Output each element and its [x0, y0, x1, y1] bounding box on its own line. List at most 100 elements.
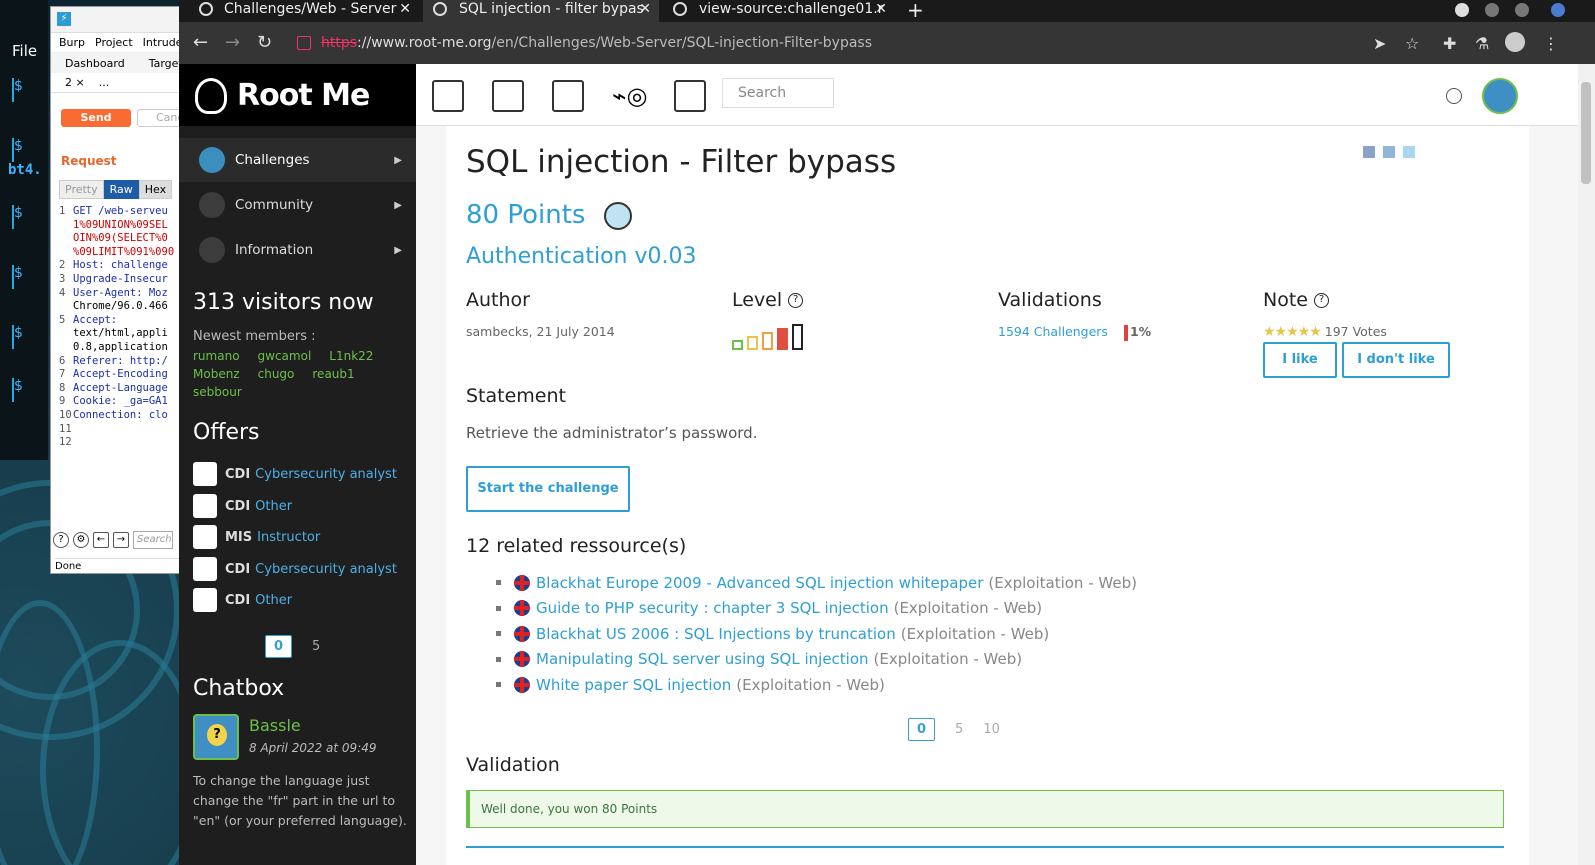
site-logo[interactable]: Root Me — [179, 64, 416, 126]
faq-icon[interactable] — [432, 80, 464, 112]
help-icon[interactable]: ? — [53, 532, 69, 548]
resource-link[interactable]: Guide to PHP security : chapter 3 SQL in… — [536, 599, 889, 617]
page-scrollbar[interactable] — [1578, 64, 1595, 865]
burp-tab-target[interactable]: Target — [149, 57, 183, 70]
close-icon[interactable]: × — [76, 76, 85, 89]
new-tab-button[interactable]: + — [907, 0, 924, 22]
like-button[interactable]: I like — [1263, 342, 1337, 378]
maximize-button[interactable] — [1515, 3, 1529, 17]
sidebar-item-information[interactable]: Information ▶ — [179, 228, 416, 272]
offer-item[interactable]: CDI Cybersecurity analyst — [193, 461, 397, 487]
globe-icon[interactable] — [1446, 88, 1462, 104]
close-icon[interactable]: ✕ — [639, 0, 651, 18]
gear-icon[interactable]: ⚙ — [73, 532, 89, 548]
extensions-icon[interactable]: ✚ — [1443, 34, 1456, 53]
labs-flask-icon[interactable]: ⚗ — [1475, 34, 1489, 53]
author-info[interactable]: sambecks, 21 July 2014 — [466, 324, 615, 339]
view-tab-pretty[interactable]: Pretty — [59, 180, 104, 199]
burp-menu-project[interactable]: Project — [95, 36, 133, 49]
sidebar-item-challenges[interactable]: Challenges ▶ — [179, 138, 416, 182]
kebab-menu-icon[interactable]: ⋮ — [1543, 34, 1559, 53]
offer-item[interactable]: CDI Other — [193, 493, 292, 519]
offer-title[interactable]: Instructor — [257, 530, 320, 545]
member-link[interactable]: reaub1 — [312, 365, 354, 383]
avatar[interactable]: ? — [193, 714, 239, 760]
chat-user[interactable]: Bassle — [249, 716, 301, 735]
linkedin-icon[interactable] — [1383, 146, 1395, 158]
burp-menu-burp[interactable]: Burp — [59, 36, 85, 49]
send-tab-icon[interactable]: ➤ — [1373, 34, 1386, 53]
burp-suite-window[interactable]: ⚡ Burp Project Intrude Dashboard Target … — [50, 6, 184, 574]
minimize-button[interactable] — [1485, 3, 1499, 17]
forward-icon[interactable]: → — [225, 32, 240, 53]
member-link[interactable]: L1nk22 — [329, 347, 373, 365]
offer-item[interactable]: CDI Cybersecurity analyst — [193, 556, 397, 582]
member-link[interactable]: rumano — [193, 347, 240, 365]
close-icon[interactable]: ✕ — [875, 0, 887, 18]
resource-link[interactable]: Manipulating SQL server using SQL inject… — [536, 650, 869, 668]
terminal-file-menu[interactable]: File — [12, 42, 37, 60]
browser-tab[interactable]: Challenges/Web - Server ✕ — [179, 0, 419, 22]
insecure-warning-icon[interactable] — [297, 36, 311, 50]
url-bar[interactable]: https://www.root-me.org/en/Challenges/We… — [289, 28, 1359, 58]
offer-title[interactable]: Cybersecurity analyst — [255, 562, 397, 577]
request-editor[interactable]: 1 GET /web-serveu 1%09UNION%09SEL OIN%09(SE… — [59, 205, 183, 450]
search-input[interactable]: Search — [133, 531, 173, 549]
close-icon[interactable]: ✕ — [399, 0, 411, 18]
resource-link[interactable]: Blackhat US 2006 : SQL Injections by tru… — [536, 625, 896, 643]
network-icon[interactable] — [492, 80, 524, 112]
send-button[interactable]: Send — [61, 109, 131, 127]
terminal-window[interactable]: File $ $ bt4. $ $ $ $ — [0, 0, 48, 460]
offer-item[interactable]: MIS Instructor — [193, 524, 320, 550]
page-link[interactable]: 5 — [312, 639, 320, 654]
validations-link[interactable]: 1594 Challengers — [998, 324, 1108, 339]
browser-window[interactable]: Challenges/Web - Server ✕ SQL injection … — [179, 0, 1595, 865]
burp-tab-dashboard[interactable]: Dashboard — [65, 57, 125, 70]
help-icon[interactable]: ? — [1313, 293, 1329, 308]
member-link[interactable]: Mobenz — [193, 365, 240, 383]
burp-request-tab-more[interactable]: ... — [99, 76, 110, 89]
scrollbar-thumb[interactable] — [1581, 82, 1591, 184]
arrow-right-icon[interactable]: → — [113, 532, 129, 548]
burp-request-tab-2[interactable]: 2 × — [65, 76, 85, 89]
printer-icon[interactable] — [552, 80, 584, 112]
close-window-button[interactable] — [1551, 3, 1565, 17]
browser-tab-active[interactable]: SQL injection - filter bypas ✕ — [423, 0, 659, 22]
resource-link[interactable]: White paper SQL injection — [536, 676, 731, 694]
arrow-left-icon[interactable]: ← — [93, 532, 109, 548]
page-link-current[interactable]: 0 — [908, 718, 936, 741]
help-icon[interactable]: ? — [788, 293, 804, 308]
challenge-subtitle[interactable]: Authentication v0.03 — [466, 244, 697, 269]
offer-title[interactable]: Other — [255, 499, 292, 514]
bookmark-star-icon[interactable]: ☆ — [1405, 34, 1419, 53]
profile-avatar-icon[interactable] — [1505, 32, 1525, 52]
reload-icon[interactable]: ↻ — [257, 32, 272, 53]
burp-titlebar[interactable]: ⚡ — [51, 7, 183, 33]
start-challenge-button[interactable]: Start the challenge — [466, 466, 630, 512]
browser-tab[interactable]: view-source:challenge01.r ✕ — [663, 0, 895, 22]
burp-menu-intruder[interactable]: Intrude — [143, 36, 183, 49]
offer-title[interactable]: Cybersecurity analyst — [255, 467, 397, 482]
user-avatar[interactable] — [1482, 78, 1518, 114]
cart-icon[interactable] — [674, 80, 706, 112]
facebook-icon[interactable] — [1363, 146, 1375, 158]
view-tab-raw[interactable]: Raw — [103, 180, 139, 199]
page-link[interactable]: 10 — [983, 722, 1000, 737]
chevron-down-icon[interactable] — [1455, 3, 1469, 17]
resource-link[interactable]: Blackhat Europe 2009 - Advanced SQL inje… — [536, 574, 983, 592]
search-input[interactable]: Search — [722, 78, 834, 108]
member-link[interactable]: gwcamol — [258, 347, 312, 365]
sidebar-item-community[interactable]: Community ▶ — [179, 183, 416, 227]
back-icon[interactable]: ← — [193, 32, 208, 53]
twitter-icon[interactable] — [1403, 146, 1415, 158]
offer-title[interactable]: Other — [255, 593, 292, 608]
page-link[interactable]: 5 — [955, 722, 963, 737]
offer-item[interactable]: CDI Other — [193, 587, 292, 613]
cancel-button[interactable]: Canc — [137, 109, 183, 127]
dislike-button[interactable]: I don't like — [1342, 342, 1450, 378]
page-link-current[interactable]: 0 — [265, 635, 293, 658]
signal-icon[interactable]: ⌁◎ — [612, 80, 647, 112]
member-link[interactable]: chugo — [258, 365, 295, 383]
member-link[interactable]: sebbour — [193, 383, 242, 401]
view-tab-hex[interactable]: Hex — [138, 180, 173, 199]
